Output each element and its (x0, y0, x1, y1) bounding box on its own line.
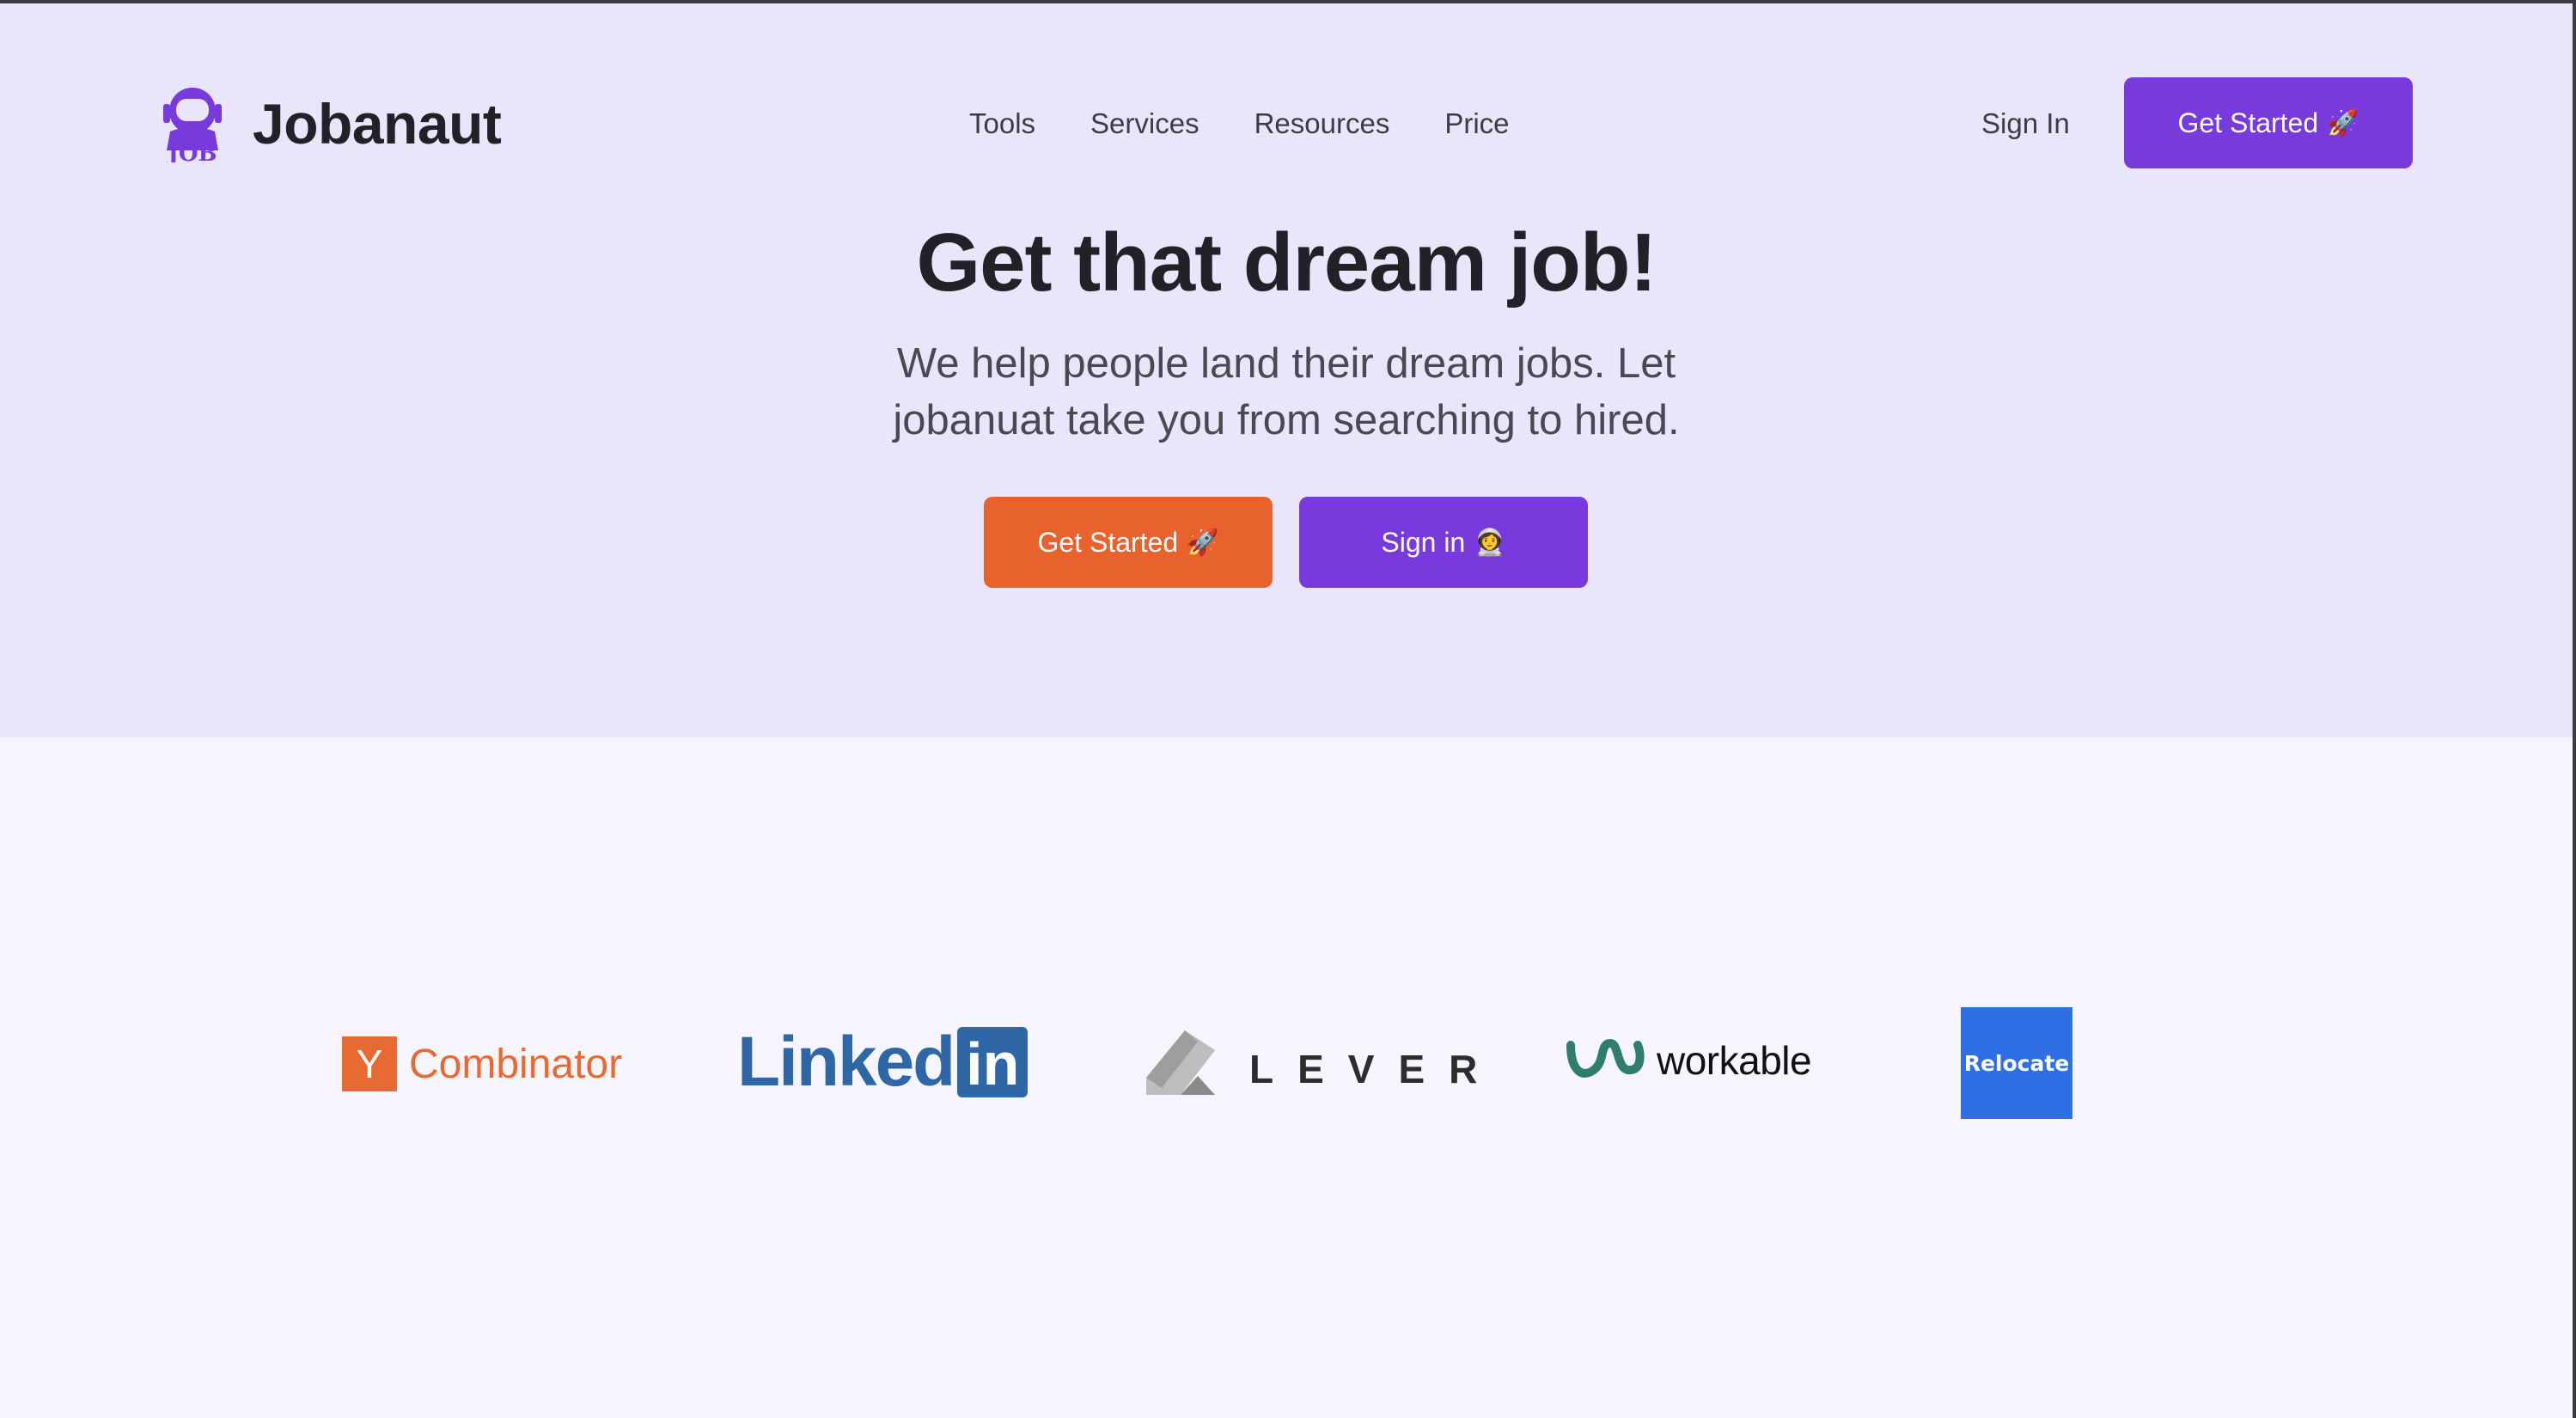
main-nav: Tools Services Resources Price (969, 100, 1510, 148)
nav-price[interactable]: Price (1444, 100, 1509, 148)
y-combinator-logo: Y Combinator (342, 1036, 622, 1091)
hero-headline: Get that dream job! (916, 217, 1657, 309)
nav-services[interactable]: Services (1090, 100, 1199, 148)
yc-text: Combinator (409, 1041, 623, 1087)
hero-get-started-button[interactable]: Get Started 🚀 (984, 497, 1273, 588)
hero-get-started-label: Get Started (1037, 526, 1179, 558)
header-get-started-button[interactable]: Get Started 🚀 (2124, 77, 2413, 168)
workable-logo: workable (1566, 1036, 1812, 1085)
workable-mark-icon (1566, 1038, 1645, 1078)
brand-name: Jobanaut (253, 92, 502, 156)
nav-tools[interactable]: Tools (969, 100, 1035, 148)
lever-mark-icon (1146, 1030, 1215, 1095)
hero-subtitle: We help people land their dream jobs. Le… (893, 340, 1680, 443)
relocate-logo: Relocate (1961, 1007, 2072, 1119)
hero-section: JOB Jobanaut Tools Services Resources Pr… (0, 3, 2573, 737)
astronaut-icon: 👩‍🚀 (1474, 527, 1506, 558)
nav-resources[interactable]: Resources (1254, 100, 1390, 148)
astronaut-helmet-icon: JOB (163, 88, 222, 162)
header-sign-in-link[interactable]: Sign In (1981, 100, 2070, 148)
lever-text: LEVER (1249, 1047, 1502, 1091)
partner-logos: Y Combinator Linked in LEVER workable Re… (0, 983, 2573, 1155)
linkedin-logo: Linked in (737, 1023, 1029, 1101)
rocket-icon: 🚀 (2327, 107, 2359, 138)
hero-sign-in-button[interactable]: Sign in 👩‍🚀 (1299, 497, 1588, 588)
brand[interactable]: JOB Jobanaut (158, 83, 502, 165)
relocate-text: Relocate (1963, 1050, 2070, 1076)
hero-sign-in-label: Sign in (1381, 526, 1466, 558)
header-get-started-label: Get Started (2177, 107, 2319, 138)
linkedin-text: Linked (737, 1023, 955, 1101)
svg-text:JOB: JOB (167, 141, 217, 162)
rocket-icon: 🚀 (1187, 527, 1219, 558)
yc-letter-box: Y (342, 1036, 397, 1091)
linkedin-in-box: in (957, 1027, 1029, 1097)
lever-logo: LEVER (1146, 1026, 1501, 1095)
workable-text: workable (1657, 1038, 1812, 1083)
